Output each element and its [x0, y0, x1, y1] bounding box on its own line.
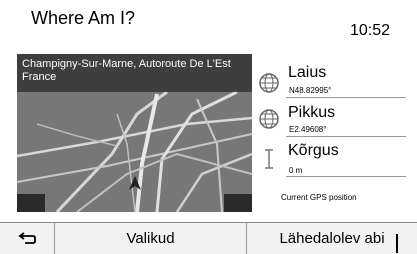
longitude-label: Pikkus: [288, 104, 336, 121]
back-button[interactable]: [0, 223, 55, 254]
divider: [286, 176, 406, 177]
map-view[interactable]: Champigny-Sur-Marne, Autoroute De L'Est …: [17, 54, 252, 212]
location-address: Champigny-Sur-Marne, Autoroute De L'Est: [22, 58, 231, 70]
latitude-row: Laius N48.82995°: [258, 64, 408, 100]
divider: [286, 136, 406, 137]
globe-icon: [259, 73, 279, 93]
altitude-value: 0 m: [289, 166, 303, 175]
latitude-value: N48.82995°: [289, 86, 332, 95]
map-location-banner: Champigny-Sur-Marne, Autoroute De L'Est …: [17, 54, 252, 92]
location-country: France: [22, 71, 57, 83]
nearby-help-button[interactable]: Lähedalolev abi: [247, 223, 417, 254]
map-corner-left: [17, 194, 45, 212]
map-corner-right: [224, 194, 252, 212]
page-title: Where Am I?: [31, 8, 136, 28]
back-arrow-icon: [18, 231, 36, 244]
longitude-value: E2.49608°: [289, 125, 327, 134]
header: Where Am I? 10:52: [0, 0, 417, 42]
altitude-icon: [265, 149, 273, 169]
altitude-label: Kõrgus: [288, 142, 339, 159]
divider: [286, 97, 406, 98]
bottom-bar: Valikud Lähedalolev abi: [0, 222, 417, 254]
altitude-row: Kõrgus 0 m: [258, 142, 408, 180]
latitude-label: Laius: [288, 64, 327, 81]
gps-position-note: Current GPS position: [281, 193, 357, 202]
longitude-row: Pikkus E2.49608°: [258, 104, 408, 140]
cursor-marker: [396, 234, 398, 253]
options-button[interactable]: Valikud: [55, 223, 247, 254]
globe-icon: [259, 109, 279, 129]
clock: 10:52: [350, 22, 391, 39]
